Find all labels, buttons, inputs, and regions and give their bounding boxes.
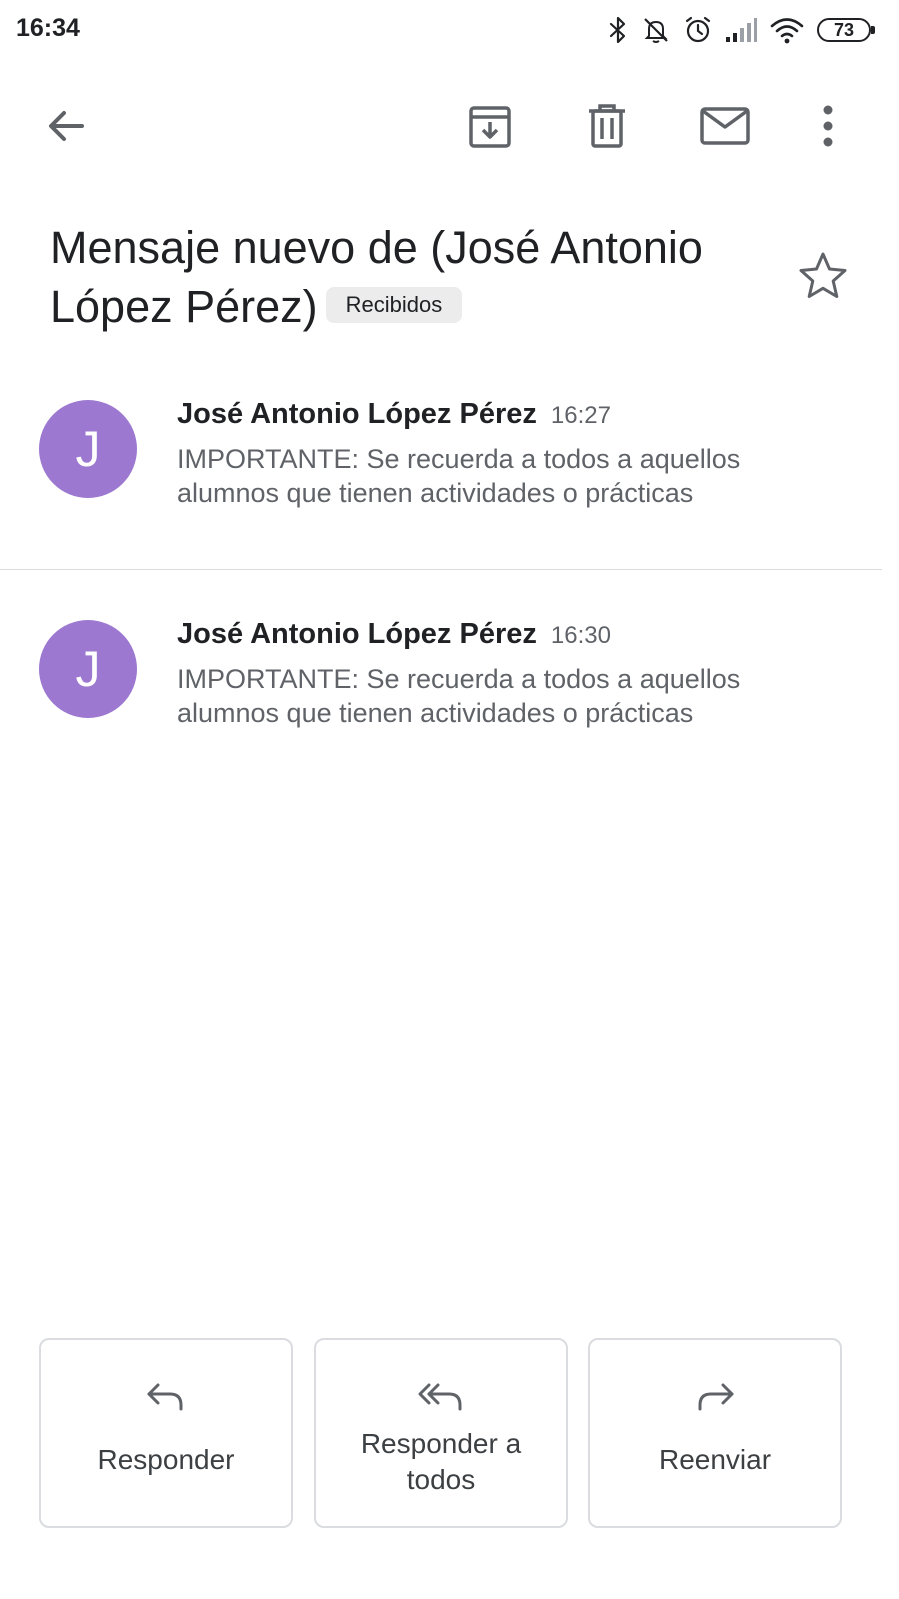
- wifi-icon: [770, 18, 804, 44]
- email-subject: Mensaje nuevo de (José Antonio López Pér…: [50, 218, 770, 336]
- mark-unread-button[interactable]: [695, 96, 755, 156]
- notifications-off-icon: [644, 18, 668, 43]
- message-item[interactable]: J José Antonio López Pérez 16:30 IMPORTA…: [0, 618, 882, 786]
- archive-icon: [469, 106, 511, 148]
- mark-unread-icon: [700, 107, 750, 145]
- star-icon: [799, 252, 847, 298]
- message-header: José Antonio López Pérez 16:30: [177, 618, 611, 658]
- app-bar: [0, 78, 899, 174]
- avatar: J: [39, 400, 137, 498]
- message-header: José Antonio López Pérez 16:27: [177, 398, 611, 438]
- alarm-icon: [685, 16, 711, 43]
- message-time: 16:27: [550, 402, 611, 429]
- delete-icon: [589, 104, 625, 148]
- status-time: 16:34: [16, 14, 80, 42]
- star-button[interactable]: [795, 248, 851, 304]
- bluetooth-icon: [609, 16, 626, 44]
- back-arrow-icon: [49, 111, 84, 141]
- message-snippet: IMPORTANTE: Se recuerda a todos a aquell…: [177, 664, 741, 728]
- more-vert-icon: [823, 105, 833, 147]
- back-button[interactable]: [36, 96, 96, 156]
- battery-icon: 73: [817, 18, 875, 42]
- reply-all-icon: [418, 1383, 462, 1411]
- sender-name: José Antonio López Pérez: [177, 618, 537, 650]
- more-options-button[interactable]: [798, 96, 858, 156]
- reply-icon: [147, 1383, 183, 1411]
- battery-level: 73: [833, 19, 855, 40]
- label-chip-inbox[interactable]: Recibidos: [325, 287, 463, 324]
- reply-all-button[interactable]: Responder a todos: [314, 1338, 568, 1528]
- status-icons: 73: [607, 12, 875, 48]
- forward-button[interactable]: Reenviar: [588, 1338, 842, 1528]
- message-divider: [0, 569, 882, 570]
- delete-button[interactable]: [577, 96, 637, 156]
- forward-icon: [698, 1383, 734, 1411]
- reply-button[interactable]: Responder: [39, 1338, 293, 1528]
- archive-button[interactable]: [460, 96, 520, 156]
- message-time: 16:30: [550, 622, 611, 649]
- status-bar: 16:34 73: [0, 0, 899, 60]
- message-snippet: IMPORTANTE: Se recuerda a todos a aquell…: [177, 444, 741, 508]
- reply-all-label: Responder a todos: [360, 1428, 522, 1495]
- sender-name: José Antonio López Pérez: [177, 398, 537, 430]
- message-item[interactable]: J José Antonio López Pérez 16:27 IMPORTA…: [0, 398, 882, 566]
- avatar: J: [39, 620, 137, 718]
- forward-label: Reenviar: [658, 1444, 772, 1475]
- signal-icon: [726, 18, 757, 42]
- reply-label: Responder: [97, 1444, 235, 1475]
